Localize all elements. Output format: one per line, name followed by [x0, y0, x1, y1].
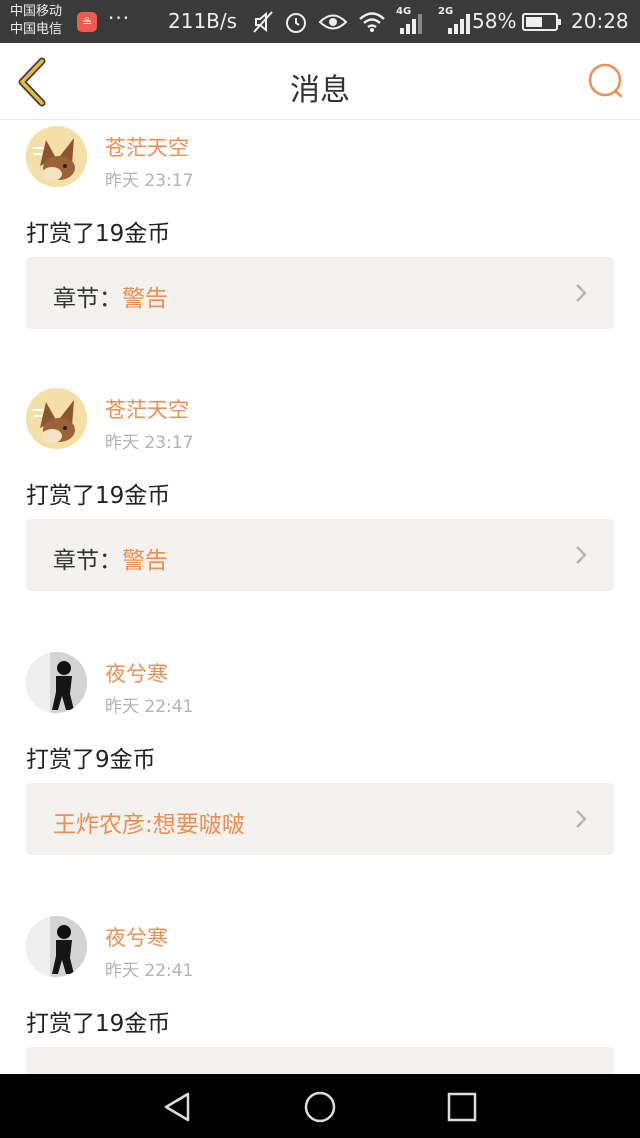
- signal-4g-icon: 4G: [396, 6, 422, 34]
- chapter-ref: 章节：警告: [53, 279, 168, 313]
- fox-avatar-icon: [26, 126, 87, 187]
- recents-square-icon[interactable]: [445, 1090, 479, 1124]
- wifi-icon: [359, 12, 385, 32]
- timestamp: 昨天 22:41: [105, 697, 194, 717]
- chapter-link[interactable]: 章节：警告: [26, 257, 614, 329]
- avatar[interactable]: [26, 388, 87, 449]
- battery-icon: [522, 13, 561, 31]
- carrier-1: 中国移动: [10, 4, 63, 19]
- avatar[interactable]: [26, 126, 87, 187]
- search-button[interactable]: [586, 61, 626, 101]
- app-header: 消息: [0, 43, 640, 120]
- chapter-name: 警告: [122, 286, 168, 312]
- message-list[interactable]: 苍茫天空 昨天 23:17 打赏了19金币 章节：警告 苍茫天空 昨天 23:1…: [0, 120, 640, 1074]
- chapter-link[interactable]: 章节：警告: [26, 519, 614, 591]
- username[interactable]: 苍茫天空: [105, 132, 189, 162]
- chapter-name: 王炸农彦:想要啵啵: [53, 812, 245, 838]
- home-circle-icon[interactable]: [303, 1090, 337, 1124]
- carrier-2: 中国电信: [10, 22, 63, 37]
- username[interactable]: 苍茫天空: [105, 394, 189, 424]
- status-icons: 4G 2G: [252, 6, 472, 35]
- alarm-icon: [286, 13, 306, 33]
- message-text: 打赏了19金币: [26, 221, 171, 247]
- page-title: 消息: [290, 73, 350, 108]
- chapter-name: 警告: [122, 548, 168, 574]
- chapter-prefix: 章节：: [53, 548, 122, 574]
- timestamp: 昨天 23:17: [105, 171, 194, 191]
- app-notification-icon: ≗: [77, 12, 97, 32]
- message-card: 夜兮寒 昨天 22:41 打赏了19金币: [0, 894, 640, 1074]
- mute-icon: [253, 11, 273, 33]
- message-text: 打赏了9金币: [26, 747, 156, 773]
- signal-2g-icon: 2G: [438, 6, 472, 34]
- avatar[interactable]: [26, 652, 87, 713]
- message-text: 打赏了19金币: [26, 1011, 171, 1037]
- avatar[interactable]: [26, 916, 87, 977]
- system-nav-bar: [0, 1074, 640, 1138]
- username[interactable]: 夜兮寒: [105, 658, 168, 688]
- search-icon: [588, 63, 623, 98]
- chapter-link[interactable]: [26, 1047, 614, 1074]
- back-triangle-icon[interactable]: [160, 1090, 194, 1124]
- chapter-prefix: 章节：: [53, 286, 122, 312]
- chapter-ref: 章节：警告: [53, 541, 168, 575]
- battery-percent: 58%: [472, 9, 517, 33]
- battery-level: [526, 17, 543, 27]
- chevron-right-icon: [576, 284, 587, 302]
- timestamp: 昨天 23:17: [105, 433, 194, 453]
- message-text: 打赏了19金币: [26, 483, 171, 509]
- clock: 20:28: [571, 9, 629, 33]
- chapter-ref: 王炸农彦:想要啵啵: [53, 805, 245, 839]
- person-avatar-icon: [26, 652, 87, 713]
- person-avatar-icon: [26, 916, 87, 977]
- status-bar: 中国移动 中国电信 ≗ ··· 211B/s 4G 2G 58% 20:28: [0, 0, 640, 43]
- eye-comfort-icon: [318, 14, 348, 30]
- chevron-right-icon: [576, 546, 587, 564]
- chapter-link[interactable]: 王炸农彦:想要啵啵: [26, 783, 614, 855]
- fox-avatar-icon: [26, 388, 87, 449]
- network-speed: 211B/s: [168, 9, 238, 33]
- chevron-right-icon: [576, 810, 587, 828]
- carrier-info: 中国移动 中国电信: [10, 3, 62, 39]
- more-notifications-icon: ···: [108, 6, 131, 30]
- username[interactable]: 夜兮寒: [105, 922, 168, 952]
- timestamp: 昨天 22:41: [105, 961, 194, 981]
